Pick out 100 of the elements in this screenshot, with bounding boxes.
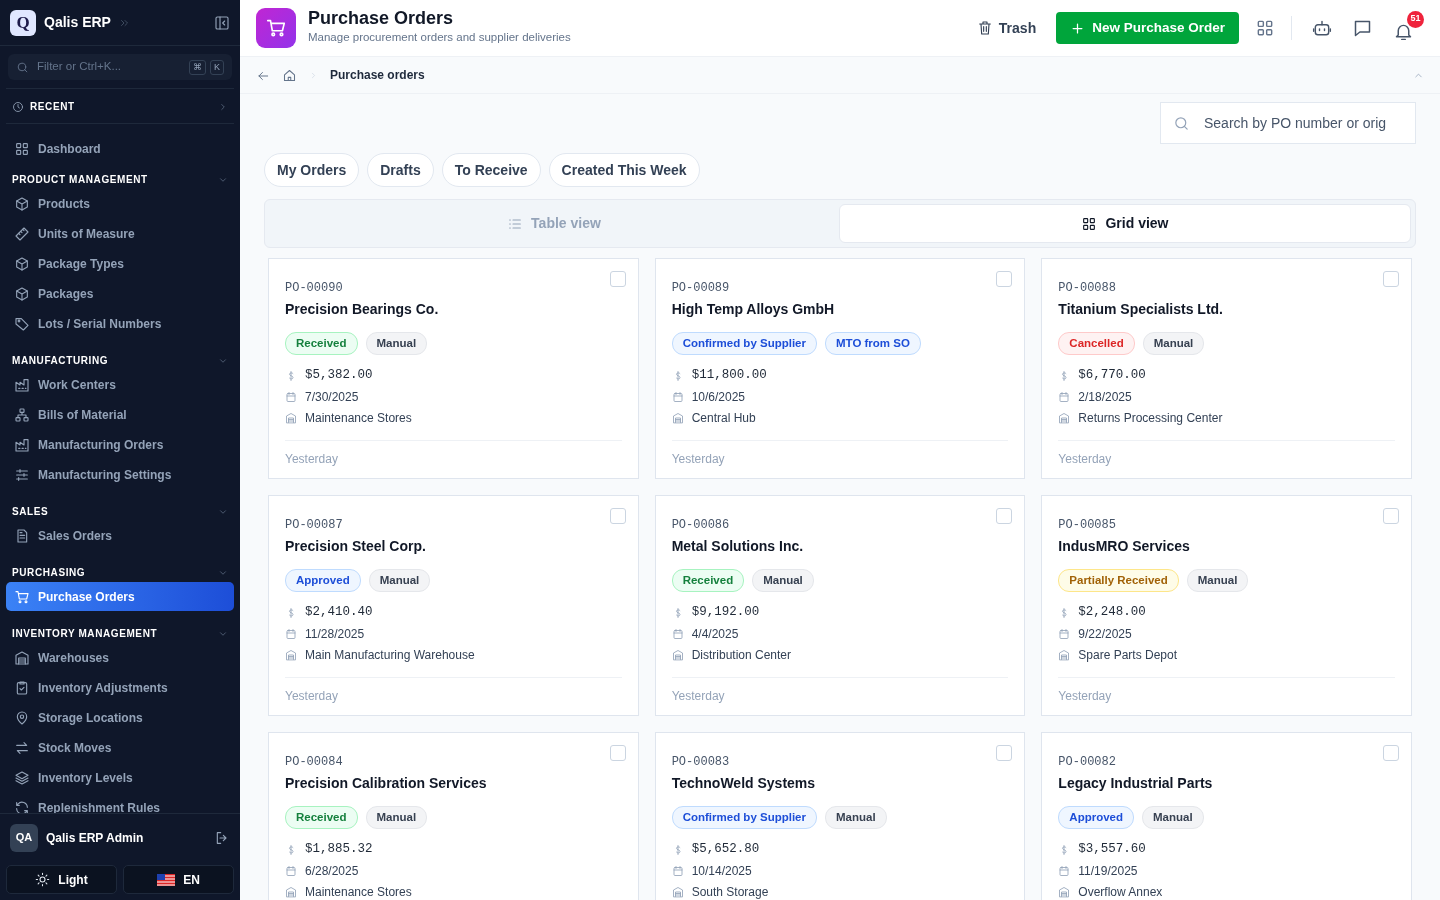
- search-field[interactable]: Search by PO number or orig: [1160, 102, 1416, 144]
- nav-item[interactable]: Package Types: [6, 249, 234, 278]
- section-header[interactable]: SALES: [12, 503, 49, 519]
- robot-icon: [1312, 18, 1332, 38]
- user-avatar: QA: [10, 823, 38, 852]
- arrows-icon: [14, 739, 30, 756]
- warehouse-icon: [671, 885, 684, 898]
- nav-item[interactable]: Packages: [6, 279, 234, 308]
- order-card[interactable]: PO-00088 Titanium Specialists Ltd. Cancelled Manual $6,770.00 2/18/2025 Returns Processing Center Yesterday: [1041, 258, 1412, 479]
- warehouse-icon: [285, 885, 297, 898]
- order-card[interactable]: PO-00086 Metal Solutions Inc. Received Manual $9,192.00 4/4/2025 Distribution Center Yesterday: [654, 495, 1026, 716]
- nav-item[interactable]: Bills of Material: [6, 400, 234, 429]
- cart-icon: [256, 8, 296, 48]
- theme-button[interactable]: Light: [6, 865, 117, 894]
- grid-icon: [14, 140, 30, 157]
- trash-button[interactable]: Trash: [968, 13, 1045, 43]
- order-card[interactable]: PO-00082 Legacy Industrial Parts Approved Manual $3,557.60 11/19/2025 Overflow Annex: [1041, 732, 1412, 900]
- order-card[interactable]: PO-00087 Precision Steel Corp. Approved Manual $2,410.40 11/28/2025 Main Manufacturing Warehouse Yesterday: [268, 495, 639, 716]
- order-amount: $5,652.80: [691, 841, 760, 859]
- nav-item[interactable]: Lots / Serial Numbers: [6, 309, 234, 338]
- select-checkbox[interactable]: [1383, 745, 1399, 761]
- nav-item[interactable]: Units of Measure: [6, 219, 234, 248]
- select-checkbox[interactable]: [1383, 271, 1399, 287]
- calendar-icon: [1058, 864, 1071, 877]
- select-checkbox[interactable]: [609, 745, 626, 761]
- filter-field[interactable]: Filter or Ctrl+K...: [35, 57, 183, 77]
- order-date: 10/6/2025: [691, 388, 746, 406]
- chevron-right-icon: [218, 101, 228, 112]
- order-card[interactable]: PO-00090 Precision Bearings Co. Received Manual $5,382.00 7/30/2025 Maintenance Stores Yesterday: [268, 258, 639, 479]
- order-date: 9/22/2025: [1078, 625, 1132, 643]
- page-title: Purchase Orders: [308, 9, 455, 30]
- nav-item[interactable]: Stock Moves: [6, 733, 234, 762]
- filter-chip[interactable]: To Receive: [441, 153, 541, 187]
- filter-chip[interactable]: Drafts: [367, 153, 434, 187]
- nav-item[interactable]: Purchase Orders: [6, 582, 234, 611]
- order-location: Spare Parts Depot: [1078, 646, 1178, 664]
- status-tag: MTO from SO: [825, 332, 921, 356]
- nav-item[interactable]: Sales Orders: [6, 521, 234, 550]
- order-number: PO-00083: [671, 754, 731, 771]
- nav-item[interactable]: Storage Locations: [6, 703, 234, 732]
- warehouse-icon: [285, 648, 297, 661]
- clipboard-check-icon: [14, 679, 30, 696]
- order-card[interactable]: PO-00083 TechnoWeld Systems Confirmed by Supplier Manual $5,652.80 10/14/2025 South Storage: [654, 732, 1026, 900]
- order-number: PO-00090: [285, 280, 344, 297]
- language-button[interactable]: EN: [123, 865, 234, 894]
- calendar-icon: [285, 627, 297, 640]
- select-checkbox[interactable]: [609, 508, 626, 524]
- recent-section[interactable]: RECENT: [30, 98, 212, 114]
- supplier-name: Precision Calibration Services: [285, 774, 488, 793]
- nav-item[interactable]: Inventory Levels: [6, 763, 234, 792]
- select-checkbox[interactable]: [609, 271, 626, 287]
- nav-item[interactable]: Dashboard: [6, 134, 234, 163]
- order-location: Maintenance Stores: [305, 883, 412, 900]
- order-location: Central Hub: [691, 409, 756, 427]
- warehouse-icon: [1058, 885, 1071, 898]
- section-header[interactable]: PURCHASING: [12, 564, 86, 580]
- section-header[interactable]: PRODUCT MANAGEMENT: [12, 171, 148, 187]
- order-location: Distribution Center: [691, 646, 792, 664]
- section-header[interactable]: MANUFACTURING: [12, 352, 109, 368]
- order-number: PO-00087: [285, 517, 344, 534]
- select-checkbox[interactable]: [1383, 508, 1399, 524]
- view-tab[interactable]: Grid view: [839, 204, 1411, 243]
- app-name: Qalis ERP: [44, 13, 111, 32]
- collapse-sidebar-icon: [214, 15, 230, 32]
- filter-chip[interactable]: Created This Week: [548, 153, 700, 187]
- status-tag: Confirmed by Supplier: [671, 806, 817, 830]
- layers-icon: [14, 769, 30, 786]
- nav-item[interactable]: Manufacturing Settings: [6, 460, 234, 489]
- supplier-name: Legacy Industrial Parts: [1058, 774, 1214, 793]
- status-tag: Manual: [1186, 569, 1249, 593]
- filter-field[interactable]: Filter or Ctrl+K... ⌘ K: [8, 54, 232, 80]
- order-number: PO-00082: [1058, 754, 1117, 771]
- order-date: 11/28/2025: [305, 625, 365, 643]
- search-icon: [16, 61, 29, 75]
- cart-icon: [14, 588, 30, 605]
- order-amount: $5,382.00: [305, 367, 373, 385]
- order-date: 7/30/2025: [305, 388, 359, 406]
- warehouse-icon: [14, 649, 30, 666]
- ruler-icon: [14, 225, 30, 242]
- box-icon: [14, 255, 30, 272]
- select-checkbox[interactable]: [996, 508, 1013, 524]
- order-amount: $9,192.00: [691, 604, 760, 622]
- filter-chip[interactable]: My Orders: [264, 153, 360, 187]
- order-card[interactable]: PO-00084 Precision Calibration Services Received Manual $1,885.32 6/28/2025 Maintenance Stores: [268, 732, 639, 900]
- nav-item[interactable]: Manufacturing Orders: [6, 430, 234, 459]
- nav-item[interactable]: Products: [6, 189, 234, 218]
- select-checkbox[interactable]: [996, 745, 1013, 761]
- select-checkbox[interactable]: [996, 271, 1013, 287]
- nav-item[interactable]: Work Centers: [6, 370, 234, 399]
- box-icon: [14, 195, 30, 212]
- section-header[interactable]: INVENTORY MANAGEMENT: [12, 625, 158, 641]
- updated-time: Yesterday: [1058, 452, 1112, 467]
- order-location: Returns Processing Center: [1078, 409, 1223, 427]
- updated-time: Yesterday: [285, 689, 338, 704]
- notifications-button[interactable]: 51: [1389, 10, 1424, 46]
- order-number: PO-00085: [1058, 517, 1117, 534]
- order-card[interactable]: PO-00089 High Temp Alloys GmbH Confirmed by Supplier MTO from SO $11,800.00 10/6/2025 Central Hub Yesterday: [654, 258, 1026, 479]
- order-card[interactable]: PO-00085 IndusMRO Services Partially Received Manual $2,248.00 9/22/2025 Spare Parts Depot Yesterday: [1041, 495, 1412, 716]
- nav-item[interactable]: Inventory Adjustments: [6, 673, 234, 702]
- nav-item[interactable]: Warehouses: [6, 643, 234, 672]
